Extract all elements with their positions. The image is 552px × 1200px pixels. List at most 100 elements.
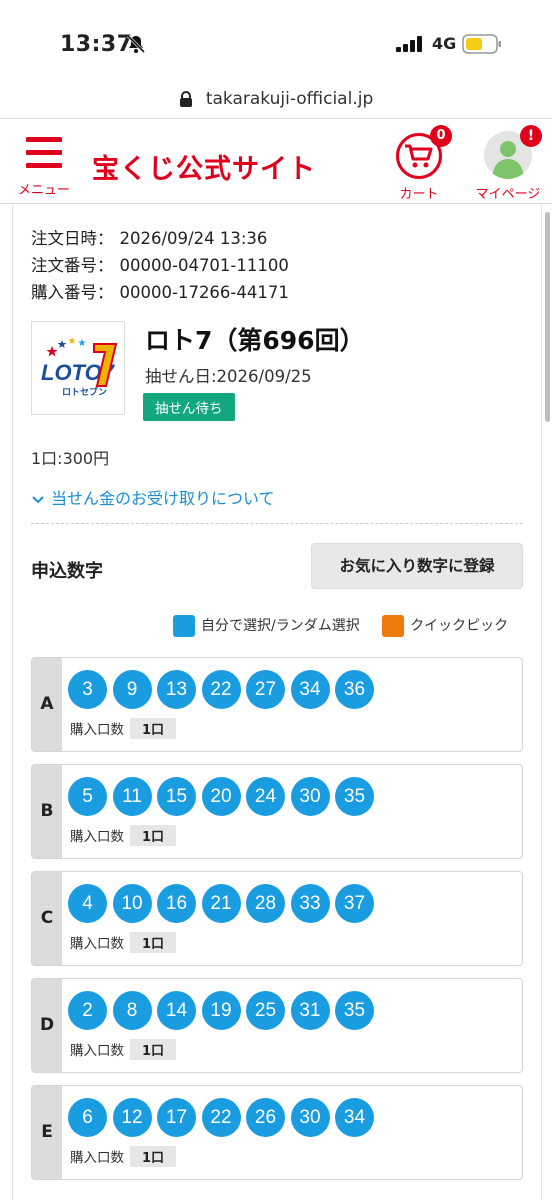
line-letter: E bbox=[32, 1086, 62, 1179]
number-balls: 2 8 14 19 25 31 35 bbox=[68, 991, 380, 1031]
legend: 自分で選択/ランダム選択 クイックピック bbox=[173, 615, 508, 637]
number-ball: 16 bbox=[157, 884, 196, 923]
legend-item-quickpick: クイックピック bbox=[382, 615, 508, 637]
number-ball: 4 bbox=[68, 884, 107, 923]
prize-info-link[interactable]: 当せん金のお受け取りについて bbox=[31, 485, 275, 509]
number-ball: 24 bbox=[246, 777, 285, 816]
status-badge: 抽せん待ち bbox=[143, 393, 235, 421]
quantity-value: 1口 bbox=[130, 718, 177, 739]
number-line-c: C 4 10 16 21 28 33 37 購入口数 1口 bbox=[31, 871, 523, 966]
line-letter: B bbox=[32, 765, 62, 858]
number-line-d: D 2 8 14 19 25 31 35 購入口数 1口 bbox=[31, 978, 523, 1073]
number-ball: 5 bbox=[68, 777, 107, 816]
number-ball: 30 bbox=[290, 1098, 330, 1137]
cart-label: カート bbox=[399, 187, 439, 202]
menu-button[interactable]: メニュー bbox=[14, 135, 74, 198]
number-ball: 31 bbox=[290, 991, 330, 1030]
order-number: 注文番号： 00000-04701-11100 bbox=[31, 256, 289, 275]
product-title: ロト7（第696回） bbox=[145, 326, 365, 355]
number-ball: 28 bbox=[246, 884, 285, 923]
number-ball: 19 bbox=[201, 991, 241, 1030]
register-favorite-button[interactable]: お気に入り数字に登録 bbox=[311, 543, 523, 589]
number-ball: 9 bbox=[112, 670, 152, 709]
order-detail: 注文日時： 2026/09/24 13:36 注文番号： 00000-04701-1… bbox=[12, 205, 542, 1200]
number-balls: 3 9 13 22 27 34 36 bbox=[68, 670, 380, 710]
site-logo[interactable]: 宝くじ公式サイト bbox=[92, 147, 316, 186]
number-ball: 8 bbox=[112, 991, 152, 1030]
loto7-logo: LOTO7 ロトセブン bbox=[31, 321, 125, 415]
cart-button[interactable]: 0 カート bbox=[390, 125, 454, 202]
number-balls: 6 12 17 22 26 30 34 bbox=[68, 1098, 380, 1138]
divider bbox=[31, 523, 523, 524]
purchase-quantity: 購入口数 1口 bbox=[70, 1039, 177, 1060]
battery-icon bbox=[462, 34, 501, 54]
number-ball: 34 bbox=[335, 1098, 374, 1137]
order-info: 注文日時： 2026/09/24 13:36 注文番号： 00000-04701-1… bbox=[31, 225, 289, 306]
numbers-section-title: 申込数字 bbox=[31, 561, 103, 582]
number-ball: 12 bbox=[112, 1098, 152, 1137]
number-ball: 35 bbox=[335, 777, 374, 816]
chevron-down-icon bbox=[32, 495, 44, 503]
number-line-b: B 5 11 15 20 24 30 35 購入口数 1口 bbox=[31, 764, 523, 859]
number-lines: A 3 9 13 22 27 34 36 購入口数 1口 B 5 11 15 20 24 30 35 購入… bbox=[31, 657, 523, 1192]
url-text: takarakuji-official.jp bbox=[205, 88, 374, 109]
number-ball: 6 bbox=[68, 1098, 107, 1137]
status-bar: 13:37 4G bbox=[0, 0, 552, 88]
number-ball: 2 bbox=[68, 991, 107, 1030]
loto7-logo-icon: LOTO7 ロトセブン bbox=[41, 337, 118, 398]
number-line-e: E 6 12 17 22 26 30 34 購入口数 1口 bbox=[31, 1085, 523, 1180]
number-ball: 14 bbox=[157, 991, 196, 1030]
status-time: 13:37 bbox=[60, 32, 133, 57]
number-ball: 33 bbox=[290, 884, 330, 923]
quantity-value: 1口 bbox=[130, 825, 177, 846]
signal-icon bbox=[396, 36, 422, 52]
number-line-a: A 3 9 13 22 27 34 36 購入口数 1口 bbox=[31, 657, 523, 752]
purchase-quantity: 購入口数 1口 bbox=[70, 718, 177, 739]
number-ball: 25 bbox=[246, 991, 285, 1030]
hamburger-icon bbox=[26, 137, 62, 169]
mypage-alert-badge: ! bbox=[520, 125, 542, 147]
number-ball: 34 bbox=[290, 670, 330, 709]
number-ball: 11 bbox=[112, 777, 152, 816]
site-header: メニュー 宝くじ公式サイト 0 カート ! マイページ bbox=[0, 118, 552, 204]
number-ball: 3 bbox=[68, 670, 107, 709]
legend-swatch-manual bbox=[173, 615, 195, 637]
number-ball: 13 bbox=[157, 670, 196, 709]
purchase-quantity: 購入口数 1口 bbox=[70, 1146, 177, 1167]
number-ball: 15 bbox=[157, 777, 196, 816]
purchase-quantity: 購入口数 1口 bbox=[70, 825, 177, 846]
scrollbar[interactable] bbox=[545, 212, 550, 422]
address-bar[interactable]: takarakuji-official.jp bbox=[0, 88, 552, 118]
number-ball: 37 bbox=[335, 884, 374, 923]
number-ball: 27 bbox=[246, 670, 285, 709]
number-balls: 5 11 15 20 24 30 35 bbox=[68, 777, 380, 817]
number-ball: 30 bbox=[290, 777, 330, 816]
quantity-value: 1口 bbox=[130, 1039, 177, 1060]
number-ball: 36 bbox=[335, 670, 374, 709]
cart-icon bbox=[405, 144, 433, 168]
quantity-value: 1口 bbox=[130, 932, 177, 953]
mypage-button[interactable]: ! マイページ bbox=[470, 125, 550, 202]
line-letter: A bbox=[32, 658, 62, 751]
purchase-quantity: 購入口数 1口 bbox=[70, 932, 177, 953]
draw-date: 抽せん日:2026/09/25 bbox=[145, 367, 312, 386]
number-ball: 35 bbox=[335, 991, 374, 1030]
legend-item-manual: 自分で選択/ランダム選択 bbox=[173, 615, 360, 637]
svg-text:ロトセブン: ロトセブン bbox=[62, 386, 107, 398]
mypage-label: マイページ bbox=[475, 187, 541, 202]
legend-swatch-quickpick bbox=[382, 615, 405, 637]
number-ball: 21 bbox=[201, 884, 241, 923]
number-ball: 17 bbox=[157, 1098, 196, 1137]
quantity-value: 1口 bbox=[130, 1146, 177, 1167]
number-ball: 26 bbox=[246, 1098, 285, 1137]
cart-count-badge: 0 bbox=[430, 125, 452, 147]
lock-icon bbox=[179, 90, 192, 107]
network-type: 4G bbox=[432, 34, 457, 53]
menu-label: メニュー bbox=[17, 183, 70, 198]
line-letter: C bbox=[32, 872, 62, 965]
number-ball: 20 bbox=[201, 777, 241, 816]
purchase-number: 購入番号： 00000-17266-44171 bbox=[31, 283, 289, 302]
order-date: 注文日時： 2026/09/24 13:36 bbox=[31, 229, 268, 248]
number-ball: 22 bbox=[201, 1098, 241, 1137]
number-ball: 22 bbox=[201, 670, 241, 709]
